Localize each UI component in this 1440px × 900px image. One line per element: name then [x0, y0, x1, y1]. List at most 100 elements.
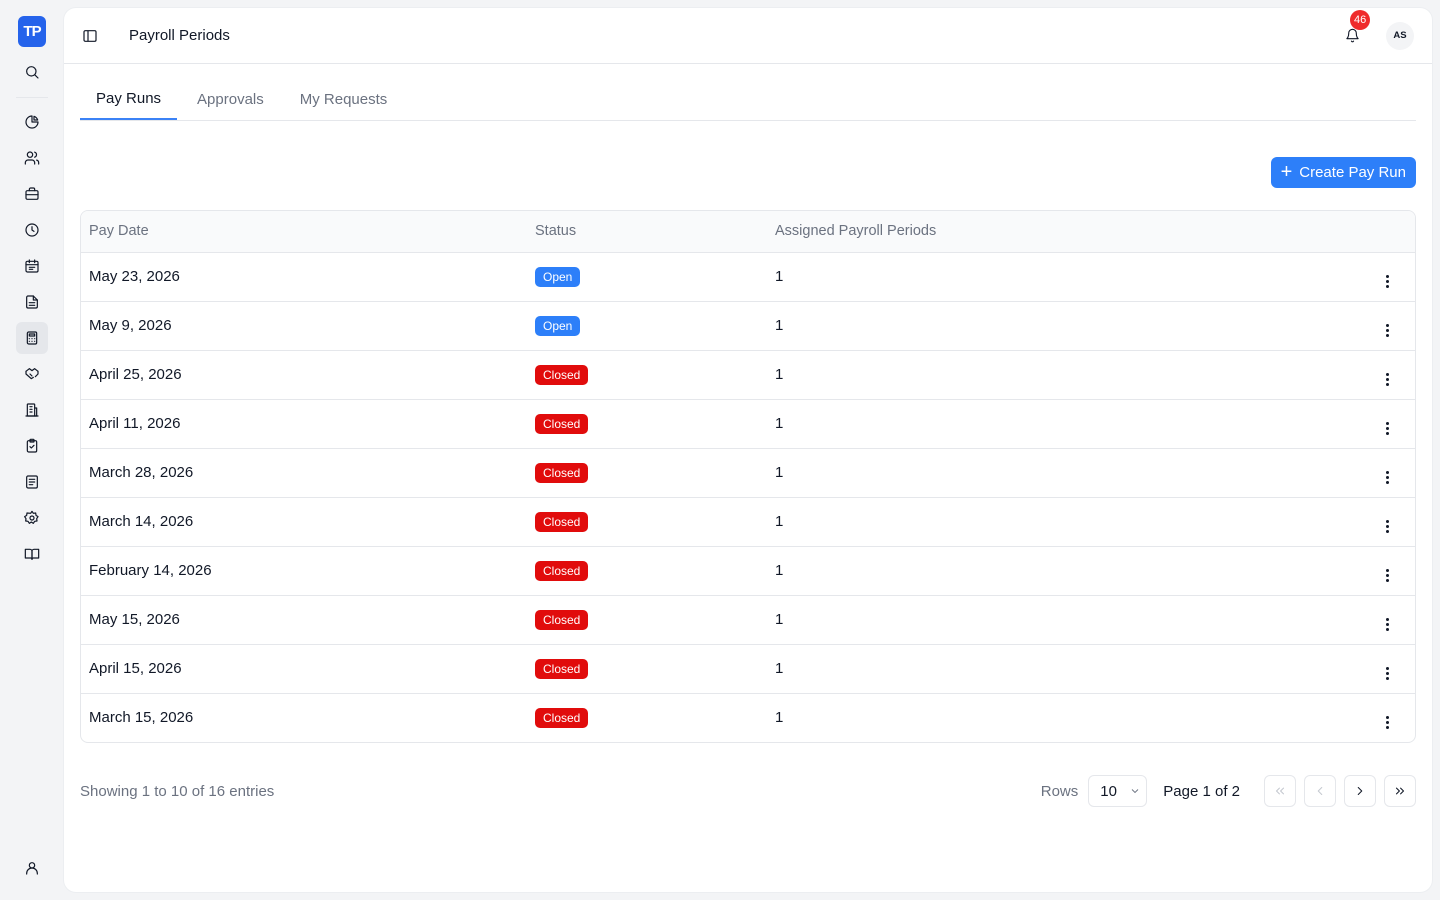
- sidebar-divider: [16, 97, 48, 98]
- next-page-button[interactable]: [1344, 775, 1376, 807]
- assigned-periods-cell: 1: [775, 415, 784, 432]
- clipboard-check-icon[interactable]: [16, 430, 48, 462]
- more-options-icon[interactable]: [1381, 471, 1393, 484]
- status-cell: Closed: [527, 546, 767, 595]
- document-icon[interactable]: [16, 286, 48, 318]
- status-cell: Closed: [527, 448, 767, 497]
- more-options-icon[interactable]: [1381, 324, 1393, 337]
- row-actions-cell: [1286, 448, 1415, 497]
- pay-date-cell: May 15, 2026: [89, 611, 180, 628]
- table-row[interactable]: March 14, 2026 Closed 1: [81, 497, 1415, 546]
- pay-date-cell: April 25, 2026: [89, 366, 182, 383]
- rows-per-page-select[interactable]: 10: [1088, 775, 1148, 807]
- status-cell: Closed: [527, 693, 767, 742]
- status-badge: Closed: [535, 511, 589, 532]
- row-actions-cell: [1286, 546, 1415, 595]
- status-badge: Open: [535, 315, 581, 336]
- chevrons-left-icon: [1275, 787, 1285, 795]
- row-actions-cell: [1286, 399, 1415, 448]
- column-header-pay-date[interactable]: Pay Date: [81, 211, 527, 252]
- more-options-icon[interactable]: [1381, 667, 1393, 680]
- avatar[interactable]: AS: [1386, 21, 1414, 50]
- handshake-icon[interactable]: [16, 358, 48, 390]
- more-options-icon[interactable]: [1381, 569, 1393, 582]
- pagination: Rows 10 Page 1 of 2: [1041, 775, 1416, 807]
- column-header-actions: [1286, 211, 1415, 252]
- pay-date-cell: April 11, 2026: [89, 415, 181, 432]
- status-cell: Closed: [527, 350, 767, 399]
- previous-page-button[interactable]: [1304, 775, 1336, 807]
- chevron-left-icon: [1317, 786, 1323, 796]
- sidebar: TP: [0, 0, 64, 900]
- assigned-periods-cell: 1: [775, 513, 784, 530]
- more-options-icon[interactable]: [1381, 422, 1393, 435]
- status-badge: Closed: [535, 462, 589, 483]
- assigned-periods-cell: 1: [775, 611, 784, 628]
- table-row[interactable]: April 15, 2026 Closed 1: [81, 644, 1415, 693]
- first-page-button[interactable]: [1264, 775, 1296, 807]
- pay-date-cell: May 9, 2026: [89, 317, 172, 334]
- pay-date-cell: May 23, 2026: [89, 268, 180, 285]
- table-row[interactable]: May 23, 2026 Open 1: [81, 252, 1415, 301]
- more-options-icon[interactable]: [1381, 520, 1393, 533]
- table-footer: Showing 1 to 10 of 16 entries Rows 10 Pa…: [80, 775, 1416, 807]
- tab-my-requests[interactable]: My Requests: [284, 83, 404, 120]
- row-actions-cell: [1286, 301, 1415, 350]
- pay-date-cell: March 28, 2026: [89, 464, 194, 481]
- last-page-button[interactable]: [1384, 775, 1416, 807]
- row-actions-cell: [1286, 595, 1415, 644]
- notification-count-badge: 46: [1350, 9, 1371, 30]
- row-actions-cell: [1286, 350, 1415, 399]
- list-doc-icon[interactable]: [16, 466, 48, 498]
- briefcase-icon[interactable]: [16, 178, 48, 210]
- clock-icon[interactable]: [16, 214, 48, 246]
- search-icon[interactable]: [16, 56, 48, 88]
- notification-bell-icon[interactable]: 46: [1340, 9, 1371, 48]
- building-icon[interactable]: [16, 394, 48, 426]
- calendar-icon[interactable]: [16, 250, 48, 282]
- plus-icon: +: [1280, 160, 1293, 183]
- more-options-icon[interactable]: [1381, 373, 1393, 386]
- more-options-icon[interactable]: [1381, 716, 1393, 730]
- user-icon[interactable]: [16, 852, 48, 884]
- table-row[interactable]: April 25, 2026 Closed 1: [81, 350, 1415, 399]
- top-bar: Payroll Periods 46 AS: [64, 8, 1432, 64]
- chevron-right-icon: [1357, 786, 1363, 796]
- more-options-icon[interactable]: [1381, 618, 1393, 631]
- status-cell: Open: [527, 301, 767, 350]
- settings-icon[interactable]: [16, 502, 48, 534]
- tab-pay-runs[interactable]: Pay Runs: [80, 83, 178, 120]
- table-row[interactable]: April 11, 2026 Closed 1: [81, 399, 1415, 448]
- book-icon[interactable]: [16, 538, 48, 570]
- rows-per-page-value: 10: [1100, 782, 1117, 800]
- page-info: Page 1 of 2: [1163, 782, 1240, 800]
- pay-date-cell: February 14, 2026: [89, 562, 212, 579]
- table-row[interactable]: February 14, 2026 Closed 1: [81, 546, 1415, 595]
- tab-bar: Pay Runs Approvals My Requests: [80, 64, 1416, 121]
- table-row[interactable]: May 9, 2026 Open 1: [81, 301, 1415, 350]
- sidebar-toggle-icon[interactable]: [80, 26, 100, 46]
- create-pay-run-button[interactable]: + Create Pay Run: [1270, 157, 1416, 188]
- app-logo[interactable]: TP: [18, 16, 46, 47]
- column-header-assigned-periods[interactable]: Assigned Payroll Periods: [767, 211, 1286, 252]
- calculator-icon[interactable]: [16, 322, 48, 354]
- pay-date-cell: March 15, 2026: [89, 709, 194, 727]
- status-badge: Closed: [535, 364, 589, 385]
- more-options-icon[interactable]: [1381, 275, 1393, 288]
- people-icon[interactable]: [16, 142, 48, 174]
- entries-summary: Showing 1 to 10 of 16 entries: [80, 782, 275, 800]
- status-badge: Closed: [535, 707, 589, 728]
- table-row[interactable]: March 15, 2026 Closed 1: [81, 693, 1415, 742]
- status-badge: Closed: [535, 413, 589, 434]
- row-actions-cell: [1286, 497, 1415, 546]
- chevron-down-icon: [1131, 789, 1139, 794]
- table-row[interactable]: May 15, 2026 Closed 1: [81, 595, 1415, 644]
- table-header-row: Pay Date Status Assigned Payroll Periods: [81, 211, 1415, 252]
- tab-approvals[interactable]: Approvals: [181, 83, 280, 120]
- table-row[interactable]: March 28, 2026 Closed 1: [81, 448, 1415, 497]
- column-header-status[interactable]: Status: [527, 211, 767, 252]
- row-actions-cell: [1286, 644, 1415, 693]
- dashboard-icon[interactable]: [16, 106, 48, 138]
- assigned-periods-cell: 1: [775, 268, 784, 285]
- status-cell: Closed: [527, 399, 767, 448]
